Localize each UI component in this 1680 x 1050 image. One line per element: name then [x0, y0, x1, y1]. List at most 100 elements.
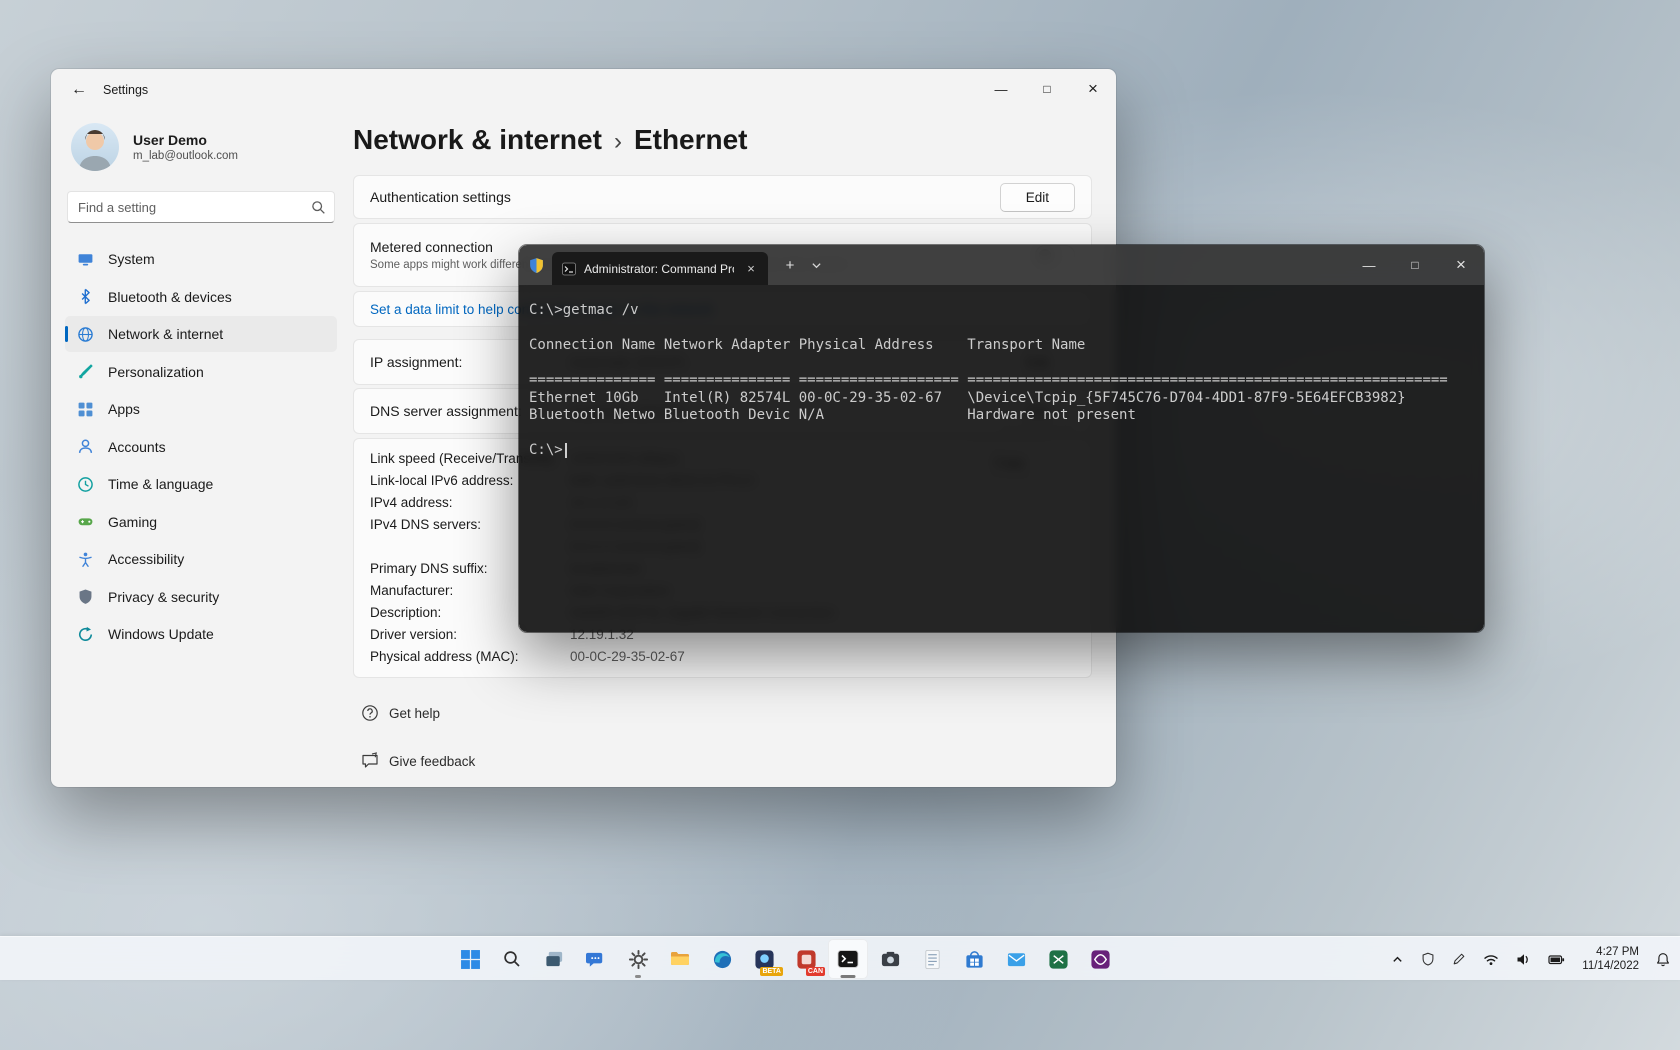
app-green-icon: [1048, 949, 1069, 970]
app-purple-button[interactable]: [1080, 939, 1120, 979]
user-email: m_lab@outlook.com: [133, 150, 238, 162]
update-arrows-icon: [77, 626, 94, 643]
notification-center-button[interactable]: [1652, 943, 1674, 975]
sidebar-item-personalization[interactable]: Personalization: [65, 354, 337, 390]
chat-icon: [586, 949, 607, 970]
folder-icon: [669, 948, 691, 970]
settings-sidebar: User Demo m_lab@outlook.com System Bluet…: [51, 111, 351, 787]
app-purple-icon: [1090, 949, 1111, 970]
terminal-tab[interactable]: Administrator: Command Pro ×: [552, 252, 768, 285]
chat-button[interactable]: [576, 939, 616, 979]
taskbar-clock[interactable]: 4:27 PM 11/14/2022: [1578, 945, 1643, 973]
property-label: Physical address (MAC):: [370, 646, 570, 668]
sidebar-item-label: Time & language: [108, 476, 213, 492]
sidebar-item-accounts[interactable]: Accounts: [65, 429, 337, 465]
maximize-button[interactable]: □: [1024, 69, 1070, 109]
tray-pen-button[interactable]: [1448, 943, 1470, 975]
settings-window-title: Settings: [103, 83, 148, 97]
screenshot-tool-icon: [880, 949, 901, 970]
avatar-illustration: [71, 123, 119, 171]
account-block: User Demo m_lab@outlook.com: [65, 117, 337, 177]
terminal-output[interactable]: C:\>getmac /v Connection Name Network Ad…: [519, 285, 1484, 632]
terminal-maximize-button[interactable]: □: [1392, 245, 1438, 285]
beta-badge: BETA: [760, 967, 783, 976]
edge-browser-button[interactable]: [702, 939, 742, 979]
sidebar-item-time-language[interactable]: Time & language: [65, 466, 337, 502]
give-feedback-link[interactable]: Give feedback: [361, 748, 475, 774]
sidebar-item-network-internet[interactable]: Network & internet: [65, 316, 337, 352]
clock-icon: [77, 476, 94, 493]
mail-icon: [1006, 949, 1027, 970]
feedback-icon: [361, 752, 379, 770]
get-help-link[interactable]: Get help: [361, 700, 440, 726]
terminal-titlebar: Administrator: Command Pro × + — □ ×: [519, 245, 1484, 285]
settings-app-button[interactable]: [618, 939, 658, 979]
network-globe-icon: [77, 326, 94, 343]
tray-chevron-button[interactable]: [1387, 943, 1408, 975]
search-input[interactable]: [78, 200, 311, 215]
sidebar-item-privacy-security[interactable]: Privacy & security: [65, 579, 337, 615]
minimize-button[interactable]: —: [978, 69, 1024, 109]
help-icon: [361, 704, 379, 722]
app-beta-button[interactable]: BETA: [744, 939, 784, 979]
sidebar-item-system[interactable]: System: [65, 241, 337, 277]
settings-window-controls: — □ ×: [978, 69, 1116, 109]
property-value: 00-0C-29-35-02-67: [570, 646, 1075, 668]
authentication-settings-row: Authentication settings Edit: [353, 175, 1092, 219]
terminal-minimize-button[interactable]: —: [1346, 245, 1392, 285]
sidebar-item-accessibility[interactable]: Accessibility: [65, 541, 337, 577]
taskbar: BETA CAN 4:27 PM 11/14/2022: [0, 936, 1680, 980]
close-button[interactable]: ×: [1070, 69, 1116, 109]
screenshot-tool-button[interactable]: [870, 939, 910, 979]
terminal-prompt-line: C:\>: [529, 442, 1474, 460]
terminal-cursor: [565, 443, 567, 458]
back-button[interactable]: ←: [63, 75, 95, 105]
tray-app-button[interactable]: [1417, 943, 1439, 975]
terminal-close-button[interactable]: ×: [1438, 245, 1484, 285]
edge-icon: [712, 949, 733, 970]
sidebar-item-label: Apps: [108, 401, 140, 417]
new-tab-button[interactable]: +: [776, 251, 804, 279]
tray-time: 4:27 PM: [1582, 945, 1639, 959]
terminal-window-controls: — □ ×: [1346, 245, 1484, 285]
battery-tray-button[interactable]: [1544, 943, 1569, 975]
page-title: Ethernet: [634, 124, 748, 156]
bluetooth-icon: [77, 288, 94, 305]
accessibility-person-icon: [77, 551, 94, 568]
terminal-text: C:\>getmac /v Connection Name Network Ad…: [529, 302, 1474, 442]
app-can-button[interactable]: CAN: [786, 939, 826, 979]
volume-icon: [1516, 952, 1531, 967]
apps-grid-icon: [77, 401, 94, 418]
task-view-icon: [544, 949, 565, 970]
network-tray-button[interactable]: [1479, 943, 1503, 975]
file-explorer-button[interactable]: [660, 939, 700, 979]
terminal-taskbar-button[interactable]: [828, 939, 868, 979]
tray-date: 11/14/2022: [1582, 959, 1639, 973]
taskbar-search-button[interactable]: [492, 939, 532, 979]
admin-shield-icon: [528, 257, 545, 274]
sidebar-item-bluetooth-devices[interactable]: Bluetooth & devices: [65, 279, 337, 315]
terminal-tab-title: Administrator: Command Pro: [584, 262, 734, 276]
store-button[interactable]: [954, 939, 994, 979]
battery-icon: [1548, 952, 1565, 967]
taskbar-icons: BETA CAN: [450, 939, 1120, 979]
breadcrumb-parent[interactable]: Network & internet: [353, 124, 602, 156]
tab-close-button[interactable]: ×: [742, 260, 760, 278]
can-badge: CAN: [806, 967, 825, 976]
accounts-person-icon: [77, 438, 94, 455]
sidebar-item-windows-update[interactable]: Windows Update: [65, 616, 337, 652]
authentication-edit-button[interactable]: Edit: [1000, 183, 1075, 212]
start-button[interactable]: [450, 939, 490, 979]
search-icon[interactable]: [311, 200, 326, 215]
sidebar-item-label: Gaming: [108, 514, 157, 530]
app-green-button[interactable]: [1038, 939, 1078, 979]
gear-icon: [628, 949, 649, 970]
mail-button[interactable]: [996, 939, 1036, 979]
task-view-button[interactable]: [534, 939, 574, 979]
volume-tray-button[interactable]: [1512, 943, 1535, 975]
sidebar-item-label: Windows Update: [108, 626, 214, 642]
sidebar-item-gaming[interactable]: Gaming: [65, 504, 337, 540]
notepad-button[interactable]: [912, 939, 952, 979]
tab-dropdown-button[interactable]: [804, 251, 828, 279]
sidebar-item-apps[interactable]: Apps: [65, 391, 337, 427]
